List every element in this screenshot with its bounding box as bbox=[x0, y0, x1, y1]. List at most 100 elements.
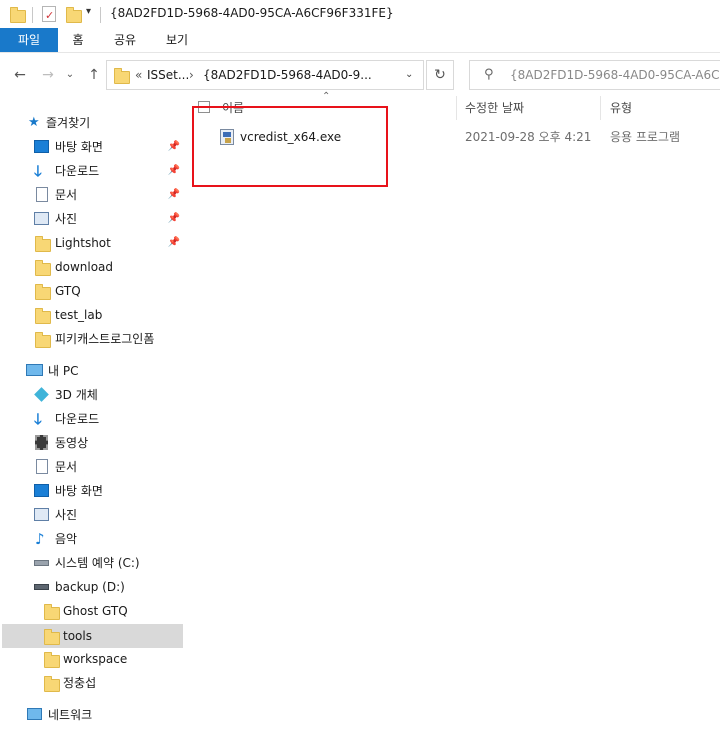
nav-item-pikicast[interactable]: 피키캐스트로그인폼 bbox=[0, 327, 186, 351]
folder-icon[interactable] bbox=[10, 7, 26, 23]
tab-view[interactable]: 보기 bbox=[152, 28, 202, 52]
sort-indicator-icon: ⌃ bbox=[322, 91, 331, 102]
pin-icon[interactable]: 📌 bbox=[168, 183, 180, 207]
address-dropdown-chevron-icon[interactable]: ⌄ bbox=[405, 61, 413, 89]
nav-label: 내 PC bbox=[48, 364, 79, 378]
divider bbox=[100, 7, 101, 23]
3d-objects-icon bbox=[34, 387, 49, 402]
video-icon bbox=[35, 435, 48, 450]
nav-label: download bbox=[55, 260, 114, 274]
forward-arrow-icon[interactable]: → bbox=[38, 65, 58, 85]
nav-item-videos[interactable]: 동영상 bbox=[0, 431, 186, 455]
properties-icon[interactable]: ✓ bbox=[42, 6, 56, 22]
refresh-button[interactable]: ↻ bbox=[426, 60, 454, 90]
nav-label: workspace bbox=[63, 652, 128, 666]
up-arrow-icon[interactable]: ↑ bbox=[84, 65, 104, 85]
tab-file[interactable]: 파일 bbox=[0, 28, 58, 52]
folder-icon bbox=[35, 284, 51, 300]
nav-label: 바탕 화면 bbox=[55, 140, 103, 154]
pin-icon[interactable]: 📌 bbox=[168, 207, 180, 231]
column-header-modified[interactable]: 수정한 날짜 bbox=[465, 96, 524, 120]
nav-item-ghost-gtq[interactable]: Ghost GTQ bbox=[0, 599, 186, 623]
nav-network[interactable]: 네트워크 bbox=[0, 703, 186, 727]
search-icon: ⚲ bbox=[484, 67, 494, 82]
search-input[interactable]: {8AD2FD1D-5968-4AD0-95CA-A6CF96F331FE} bbox=[510, 61, 720, 89]
folder-icon bbox=[35, 308, 51, 324]
pin-icon[interactable]: 📌 bbox=[168, 159, 180, 183]
nav-item-pc-downloads[interactable]: 🡓 다운로드 bbox=[0, 407, 186, 431]
nav-item-desktop[interactable]: 바탕 화면 📌 bbox=[0, 135, 186, 159]
nav-label: Lightshot bbox=[55, 236, 111, 250]
folder-icon bbox=[44, 652, 60, 668]
nav-label: 바탕 화면 bbox=[55, 484, 103, 498]
file-type: 응용 프로그램 bbox=[610, 130, 681, 144]
nav-item-documents[interactable]: 문서 📌 bbox=[0, 183, 186, 207]
tab-share[interactable]: 공유 bbox=[100, 28, 150, 52]
nav-quick-access[interactable]: ★ 즐겨찾기 bbox=[0, 111, 186, 135]
navigation-pane: ★ 즐겨찾기 바탕 화면 📌 🡓 다운로드 📌 문서 📌 사진 📌 Lights… bbox=[0, 96, 186, 740]
window-title: {8AD2FD1D-5968-4AD0-95CA-A6CF96F331FE} bbox=[110, 6, 394, 20]
pictures-icon bbox=[34, 508, 49, 521]
nav-item-3d-objects[interactable]: 3D 개체 bbox=[0, 383, 186, 407]
folder-icon bbox=[35, 260, 51, 276]
column-header-type[interactable]: 유형 bbox=[610, 96, 632, 120]
nav-this-pc[interactable]: 내 PC bbox=[0, 359, 186, 383]
breadcrumb-issetup[interactable]: ISSet... bbox=[147, 61, 189, 89]
nav-label: 문서 bbox=[55, 460, 78, 474]
breadcrumb-separator-icon: › bbox=[189, 68, 194, 82]
nav-label: test_lab bbox=[55, 308, 103, 322]
column-divider[interactable] bbox=[456, 96, 457, 120]
nav-item-pc-desktop[interactable]: 바탕 화면 bbox=[0, 479, 186, 503]
recent-locations-chevron-icon[interactable]: ⌄ bbox=[60, 65, 80, 85]
breadcrumb-overflow[interactable]: « bbox=[135, 61, 142, 89]
nav-item-workspace[interactable]: workspace bbox=[0, 647, 186, 671]
nav-label: 피키캐스트로그인폼 bbox=[55, 332, 155, 346]
computer-icon bbox=[26, 364, 43, 376]
drive-icon bbox=[34, 584, 49, 590]
music-icon: ♪ bbox=[35, 530, 45, 548]
pin-icon[interactable]: 📌 bbox=[168, 135, 180, 159]
pin-icon[interactable]: 📌 bbox=[168, 231, 180, 255]
breadcrumb-current[interactable]: {8AD2FD1D-5968-4AD0-9... bbox=[203, 61, 372, 89]
nav-item-drive-d[interactable]: backup (D:) bbox=[0, 575, 186, 599]
nav-item-jeongchungseop[interactable]: 정충섭 bbox=[0, 671, 186, 695]
desktop-icon bbox=[34, 140, 49, 153]
nav-item-drive-c[interactable]: 시스템 예약 (C:) bbox=[0, 551, 186, 575]
nav-label: 다운로드 bbox=[55, 164, 100, 178]
highlight-box bbox=[192, 106, 388, 187]
quick-access-toolbar-dropdown-icon[interactable]: ▾ bbox=[86, 6, 91, 17]
nav-label: 사진 bbox=[55, 508, 78, 522]
folder-icon bbox=[114, 68, 130, 84]
new-folder-icon[interactable] bbox=[66, 7, 82, 23]
nav-item-pc-documents[interactable]: 문서 bbox=[0, 455, 186, 479]
search-box[interactable]: ⚲ {8AD2FD1D-5968-4AD0-95CA-A6CF96F331FE} bbox=[469, 60, 720, 90]
folder-icon bbox=[44, 676, 60, 692]
back-arrow-icon[interactable]: ← bbox=[10, 65, 30, 85]
drive-icon bbox=[34, 560, 49, 566]
address-bar[interactable]: « ISSet... › {8AD2FD1D-5968-4AD0-9... ⌄ bbox=[106, 60, 424, 90]
nav-label: 시스템 예약 (C:) bbox=[55, 556, 140, 570]
nav-label: backup (D:) bbox=[55, 580, 125, 594]
network-icon bbox=[27, 708, 42, 720]
nav-item-download[interactable]: download bbox=[0, 255, 186, 279]
tab-home[interactable]: 홈 bbox=[58, 28, 98, 52]
nav-item-downloads[interactable]: 🡓 다운로드 📌 bbox=[0, 159, 186, 183]
nav-item-test-lab[interactable]: test_lab bbox=[0, 303, 186, 327]
nav-label: 사진 bbox=[55, 212, 78, 226]
refresh-icon: ↻ bbox=[434, 67, 446, 83]
nav-label: 네트워크 bbox=[48, 708, 93, 722]
nav-item-music[interactable]: ♪ 음악 bbox=[0, 527, 186, 551]
column-divider[interactable] bbox=[600, 96, 601, 120]
nav-item-tools[interactable]: tools bbox=[2, 624, 183, 648]
file-modified: 2021-09-28 오후 4:21 bbox=[465, 130, 592, 144]
nav-item-pc-pictures[interactable]: 사진 bbox=[0, 503, 186, 527]
nav-label: 음악 bbox=[55, 532, 78, 546]
nav-item-lightshot[interactable]: Lightshot 📌 bbox=[0, 231, 186, 255]
nav-item-pictures[interactable]: 사진 📌 bbox=[0, 207, 186, 231]
document-icon bbox=[36, 187, 48, 202]
nav-label: 즐겨찾기 bbox=[46, 116, 91, 130]
nav-item-gtq[interactable]: GTQ bbox=[0, 279, 186, 303]
download-icon: 🡓 bbox=[34, 410, 42, 428]
folder-icon bbox=[44, 629, 60, 645]
nav-label: GTQ bbox=[55, 284, 81, 298]
